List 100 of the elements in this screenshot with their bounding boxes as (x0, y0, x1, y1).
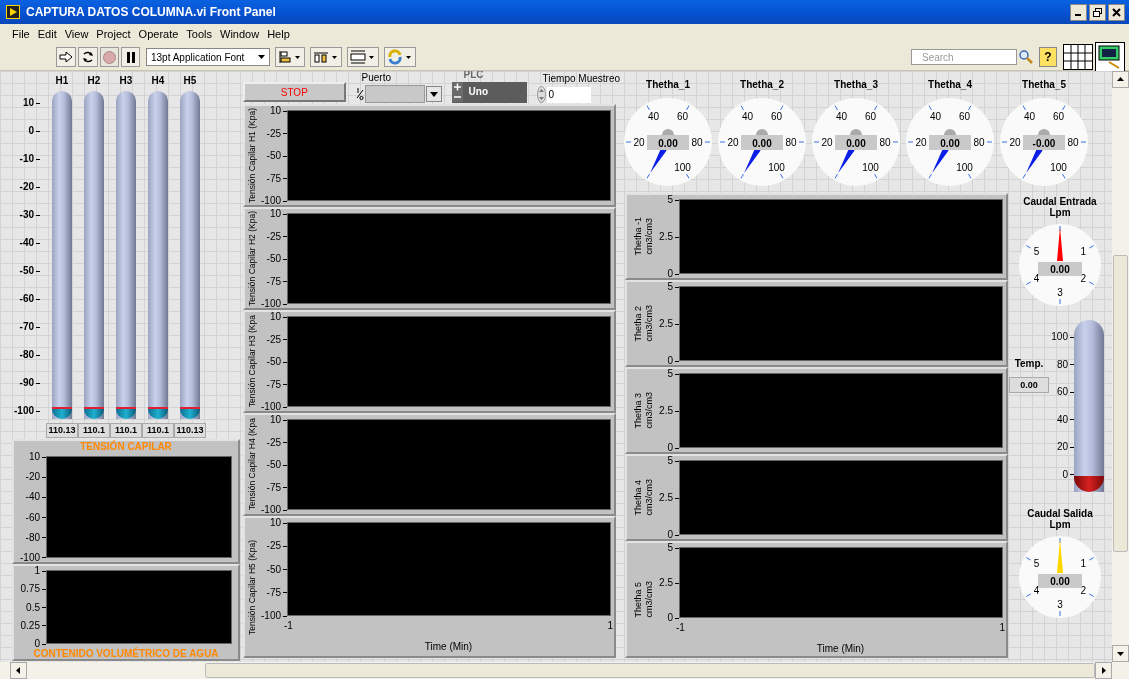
value-display: 0.00 (1009, 377, 1049, 393)
restore-button[interactable] (1089, 3, 1106, 21)
tick-label: 0 (667, 612, 679, 623)
font-dropdown[interactable]: 13pt Application Font (146, 48, 270, 66)
tick-label: -100 (261, 298, 287, 309)
window-title: CAPTURA DATOS COLUMNA.vi Front Panel (26, 5, 277, 19)
axis-label: Tensión Capilar H2 (Kpa) (246, 211, 258, 306)
gauge-unit: Lpm (1049, 207, 1071, 218)
thermometer-label: Temp. (1014, 358, 1044, 369)
scale-label: 60 (1056, 386, 1074, 398)
tick-label: 0 (34, 638, 46, 649)
scale-label: 60 (770, 111, 783, 123)
tick-label: 5 (667, 455, 679, 466)
scale-label: 100 (862, 161, 879, 173)
spinner-icon[interactable] (536, 86, 546, 103)
minimize-button[interactable] (1070, 3, 1087, 21)
gauge-needle (1026, 147, 1043, 174)
numeric-field[interactable]: 0 (546, 86, 591, 103)
scale-label: 80 (691, 136, 703, 148)
run-button[interactable] (56, 47, 76, 67)
tick-label: 1 (607, 620, 613, 632)
tank-label: H5 (183, 75, 197, 88)
scale-label: -80 (19, 349, 40, 361)
scale-label: 100 (1050, 161, 1067, 173)
menu-item[interactable]: View (60, 28, 93, 40)
gauge-label: Caudal Salida (1027, 508, 1093, 519)
tick-label: -1 (284, 620, 293, 632)
distribute-objects-button[interactable] (310, 47, 342, 67)
tick-label: -25 (266, 540, 287, 552)
scale-label: 40 (1023, 111, 1036, 123)
close-icon (1112, 7, 1121, 17)
connector-pane-icon[interactable] (1063, 44, 1093, 70)
menu-item[interactable]: Operate (134, 28, 183, 40)
scroll-down-icon[interactable] (1112, 645, 1129, 662)
vertical-scrollbar[interactable] (1112, 71, 1129, 662)
tick-label: 2.5 (659, 231, 679, 242)
search-field[interactable]: Search (911, 49, 1017, 65)
scroll-left-icon[interactable] (10, 662, 27, 679)
axis-label: Tensión Capilar H3 (Kpa (246, 315, 258, 408)
tank-bulb (180, 409, 200, 419)
menu-item[interactable]: Window (216, 28, 264, 40)
tick-label: 10 (269, 517, 287, 528)
tick-label: 2.5 (659, 405, 679, 416)
scroll-up-icon[interactable] (1112, 71, 1129, 88)
scroll-thumb[interactable] (205, 663, 1095, 678)
tick-label: -50 (266, 253, 287, 264)
vi-icon[interactable] (1095, 42, 1125, 72)
tank-label: H4 (151, 75, 165, 88)
chart-title: TENSIÓN CAPILAR (79, 441, 173, 452)
scale-label: 80 (1067, 136, 1079, 148)
menu-item[interactable]: Help (263, 28, 294, 40)
port-dropdown[interactable] (355, 85, 442, 103)
field-label: Tiempo Muestreo (541, 73, 620, 84)
reorder-button[interactable] (384, 47, 416, 67)
gauge-unit: Lpm (1049, 519, 1071, 530)
scale-label: -30 (19, 209, 40, 221)
resize-objects-button[interactable] (347, 47, 379, 67)
scale-label: 20 (821, 136, 833, 148)
menu-item[interactable]: Tools (182, 28, 217, 40)
scale-label: -90 (19, 377, 40, 389)
tick-label: -25 (266, 436, 287, 448)
tick-label: 10 (269, 311, 287, 322)
align-objects-button[interactable] (275, 47, 305, 67)
circular-arrows-icon (81, 50, 95, 64)
scale-label: 40 (647, 111, 660, 123)
scale-label: -70 (19, 321, 40, 333)
gauge-needle (650, 147, 667, 174)
scale-label: 40 (1056, 413, 1074, 425)
axis-label: Tensión Capilar H5 (Kpa) (246, 539, 258, 635)
tick-label: 2.5 (659, 492, 679, 503)
scale-label: 20 (1009, 136, 1021, 148)
io-icon (355, 87, 364, 101)
scale-label: 1 (1080, 558, 1087, 569)
scale-label: 60 (676, 111, 689, 123)
scroll-thumb[interactable] (1113, 255, 1128, 552)
tick-label: 10 (269, 414, 287, 425)
tick-label: -40 (25, 491, 46, 503)
menu-item[interactable]: File (8, 28, 34, 40)
tick-label: -50 (266, 563, 287, 575)
scale-label: 80 (1056, 358, 1074, 370)
gauge-label: Caudal Entrada (1023, 196, 1097, 207)
scale-label: -50 (19, 265, 40, 277)
tick-label: -50 (266, 459, 287, 470)
close-button[interactable] (1108, 3, 1125, 21)
horizontal-scrollbar[interactable] (0, 662, 1129, 679)
stop-icon (103, 50, 116, 64)
tick-label: -1 (676, 622, 685, 634)
increment-decrement-icon[interactable] (451, 82, 463, 102)
axis-label: Thetha 3 (633, 392, 644, 429)
scroll-right-icon[interactable] (1095, 662, 1112, 679)
value-display: 0.00 (1038, 574, 1082, 588)
tick-label: -25 (266, 230, 287, 242)
tick-label: -25 (266, 127, 287, 139)
tick-label: 5 (667, 368, 679, 379)
pause-button[interactable] (121, 47, 140, 67)
run-continuously-button[interactable] (78, 47, 98, 67)
tick-label: 10 (28, 451, 46, 462)
menu-item[interactable]: Project (92, 28, 135, 40)
menu-item[interactable]: Edit (33, 28, 61, 40)
help-button[interactable]: ? (1039, 47, 1057, 67)
